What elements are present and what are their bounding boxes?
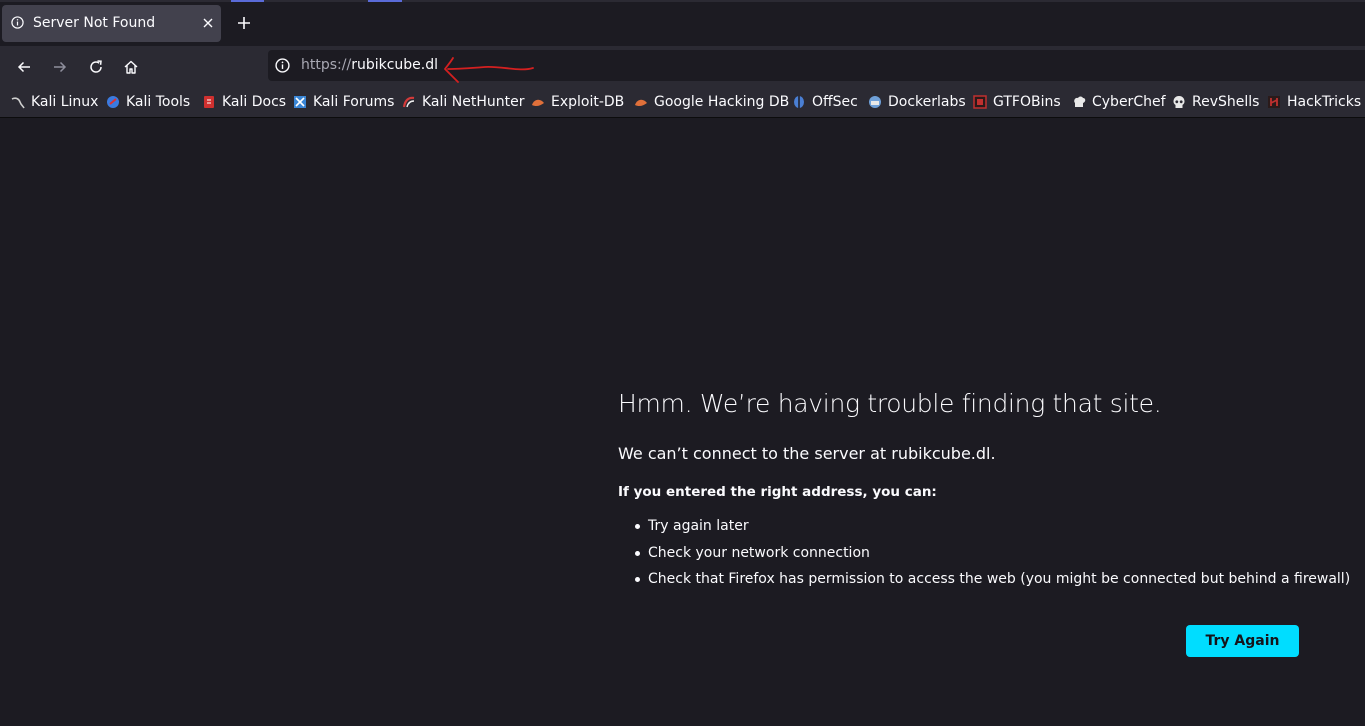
plus-icon <box>238 17 250 29</box>
close-tab-icon[interactable] <box>201 16 215 30</box>
home-icon <box>124 60 138 74</box>
reload-button[interactable] <box>82 53 110 81</box>
bookmark-revshells[interactable]: RevShells <box>1172 92 1259 112</box>
bookmark-label: Kali Docs <box>222 94 287 110</box>
bookmark-label: Kali NetHunter <box>422 94 525 110</box>
error-description: We can’t connect to the server at rubikc… <box>618 444 996 463</box>
ghdb-icon <box>635 99 647 107</box>
suggestion-item: Check your network connection <box>618 542 1350 569</box>
bookmark-label: Exploit-DB <box>551 94 625 110</box>
kali-tools-icon <box>107 96 119 108</box>
bookmark-dockerlabs[interactable]: Dockerlabs <box>868 92 966 112</box>
cyberchef-icon <box>1074 96 1086 107</box>
back-arrow-icon <box>17 61 30 73</box>
bookmark-kali-nethunter[interactable]: Kali NetHunter <box>402 92 524 112</box>
gtfobins-icon <box>973 95 987 109</box>
error-subheading: If you entered the right address, you ca… <box>618 484 937 500</box>
error-page: Hmm. We’re having trouble finding that s… <box>0 118 1365 726</box>
kali-docs-icon <box>204 96 214 108</box>
dockerlabs-icon <box>869 96 881 108</box>
exploit-db-icon <box>532 99 544 107</box>
url-bar[interactable]: https://rubikcube.dl <box>268 50 1365 81</box>
bookmark-kali-docs[interactable]: Kali Docs <box>202 92 286 112</box>
home-button[interactable] <box>117 53 145 81</box>
bookmark-hacktricks[interactable]: HackTricks <box>1267 92 1361 112</box>
bookmarks-toolbar: Kali Linux Kali Tools Kali Docs Kali For… <box>0 86 1365 118</box>
bookmark-google-hacking-db[interactable]: Google Hacking DB <box>634 92 789 112</box>
error-title: Hmm. We’re having trouble finding that s… <box>618 389 1162 418</box>
tab-strip-accent <box>231 0 264 2</box>
bookmark-label: Dockerlabs <box>888 94 966 110</box>
site-info-icon[interactable] <box>275 58 290 73</box>
bookmark-kali-forums[interactable]: Kali Forums <box>293 92 394 112</box>
bookmark-label: Google Hacking DB <box>654 94 790 110</box>
url-text[interactable]: https://rubikcube.dl <box>301 57 438 73</box>
bookmark-kali-linux[interactable]: Kali Linux <box>11 92 98 112</box>
suggestion-list: Try again later Check your network conne… <box>618 515 1350 595</box>
navigation-toolbar: https://rubikcube.dl <box>0 46 1365 86</box>
bookmark-cyberchef[interactable]: CyberChef <box>1072 92 1166 112</box>
bookmark-label: OffSec <box>812 94 858 110</box>
info-icon <box>11 16 24 29</box>
url-scheme: https:// <box>301 57 352 73</box>
forward-button[interactable] <box>46 53 74 81</box>
window-top-border <box>0 0 1365 2</box>
bookmark-gtfobins[interactable]: GTFOBins <box>973 92 1061 112</box>
bookmark-label: Kali Tools <box>126 94 191 110</box>
bookmark-offsec[interactable]: OffSec <box>792 92 858 112</box>
nethunter-icon <box>402 96 415 108</box>
tab-title: Server Not Found <box>33 15 156 31</box>
bookmark-kali-tools[interactable]: Kali Tools <box>106 92 190 112</box>
kali-dragon-icon <box>11 97 25 109</box>
bookmark-label: GTFOBins <box>993 94 1061 110</box>
bookmark-label: Kali Forums <box>313 94 395 110</box>
suggestion-item: Check that Firefox has permission to acc… <box>618 568 1350 595</box>
kali-forums-icon <box>294 96 306 108</box>
bookmark-label: HackTricks <box>1287 94 1362 110</box>
bookmark-label: Kali Linux <box>31 94 99 110</box>
bookmark-exploit-db[interactable]: Exploit-DB <box>531 92 624 112</box>
revshells-skull-icon <box>1173 96 1185 108</box>
red-annotation-arrow <box>444 57 534 83</box>
tab-strip-accent <box>368 0 402 2</box>
url-host: rubikcube.dl <box>351 57 438 73</box>
bookmark-label: CyberChef <box>1092 94 1166 110</box>
back-button[interactable] <box>10 53 38 81</box>
offsec-icon <box>794 96 804 108</box>
reload-icon <box>90 60 102 73</box>
try-again-button[interactable]: Try Again <box>1186 625 1299 657</box>
hacktricks-icon <box>1268 96 1280 108</box>
tab-strip: Server Not Found <box>0 0 1365 46</box>
suggestion-item: Try again later <box>618 515 1350 542</box>
forward-arrow-icon <box>54 61 67 73</box>
bookmark-label: RevShells <box>1192 94 1260 110</box>
tab-server-not-found[interactable]: Server Not Found <box>2 5 221 42</box>
new-tab-button[interactable] <box>233 12 255 34</box>
